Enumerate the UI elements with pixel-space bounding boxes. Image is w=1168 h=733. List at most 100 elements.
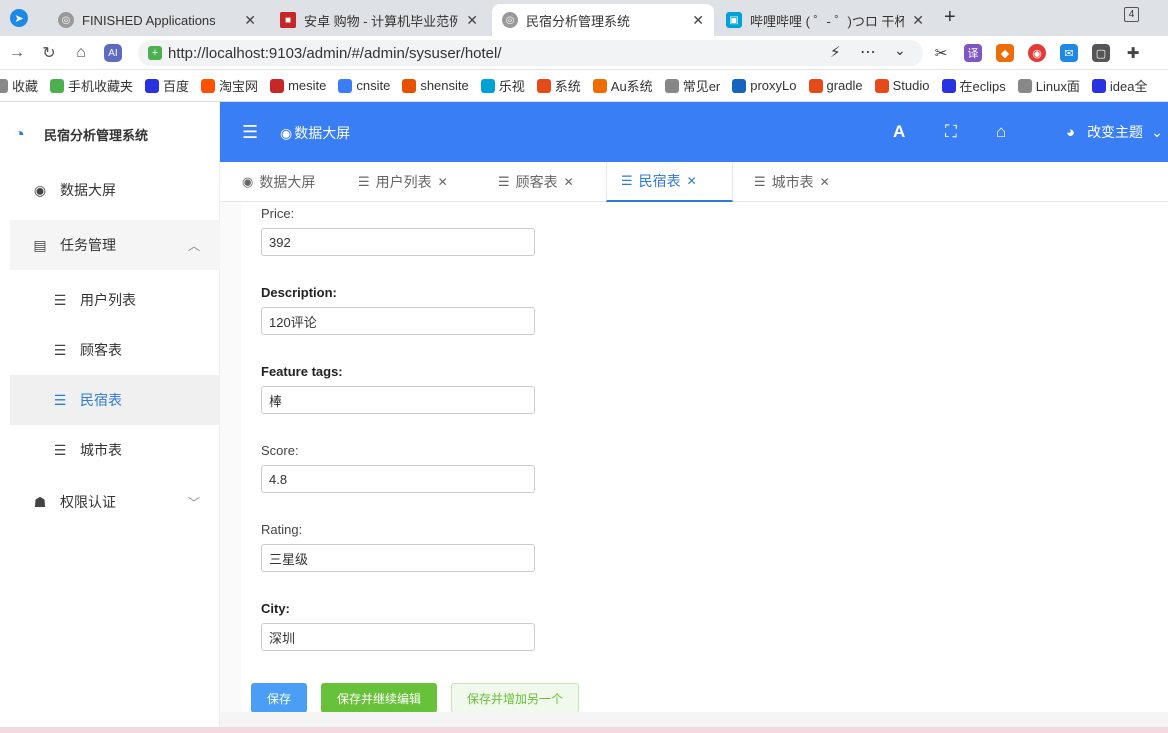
new-tab-button[interactable]: +	[944, 6, 956, 29]
list-icon: ☰	[53, 291, 67, 308]
tag-label: 数据大屏	[259, 174, 316, 190]
tag-dashboard[interactable]: ◉ 数据大屏	[228, 162, 329, 202]
menu-toggle-icon[interactable]: ☰	[242, 122, 258, 143]
close-icon[interactable]: ✕	[692, 12, 704, 29]
more-icon[interactable]: ⋯	[860, 42, 876, 62]
bookmark-item[interactable]: 收藏	[0, 76, 38, 95]
bookmark-icon	[201, 78, 216, 93]
browser-tab[interactable]: ■ 安卓 购物 - 计算机毕业范例设 ✕	[270, 4, 488, 36]
bookmark-label: shensite	[420, 78, 469, 93]
browser-tab[interactable]: ▣ 哔哩哔哩 ( ゜- ゜)つロ 干杯~-b ✕	[716, 4, 934, 36]
description-input[interactable]	[261, 307, 535, 335]
bookmark-label: Linux面	[1035, 79, 1080, 94]
list-icon: ☰	[754, 174, 766, 189]
ai-icon[interactable]: AI	[104, 44, 122, 62]
bookmark-label: 乐视	[498, 79, 525, 94]
table-icon: ▤	[33, 236, 47, 253]
menu-label: 权限认证	[60, 494, 116, 510]
rating-input[interactable]	[261, 544, 535, 572]
menu-label: 用户列表	[80, 292, 136, 308]
bookmark-label: gradle	[826, 78, 863, 93]
menu-item-task-management[interactable]: ▤ 任务管理 ︿	[10, 220, 220, 270]
lightning-icon[interactable]: ⚡	[830, 43, 841, 61]
back-icon[interactable]: →	[6, 42, 28, 64]
menu-item-permissions[interactable]: ☗ 权限认证 ﹀	[10, 477, 220, 527]
close-icon[interactable]: ✕	[564, 175, 574, 189]
weibo-icon[interactable]: ◉	[1028, 44, 1046, 62]
tag-hotel-table[interactable]: ☰ 民宿表 ✕	[606, 162, 733, 202]
city-label: City:	[261, 601, 290, 616]
bookmark-item[interactable]: gradle	[808, 78, 863, 93]
price-input[interactable]	[261, 228, 535, 256]
save-add-another-button[interactable]: 保存并增加另一个	[451, 683, 579, 713]
tag-customer-table[interactable]: ☰ 顾客表 ✕	[484, 162, 588, 202]
close-icon[interactable]: ✕	[466, 12, 478, 29]
bookmark-item[interactable]: Au系统	[592, 76, 653, 95]
bookmark-item[interactable]: mesite	[270, 78, 326, 93]
bookmark-icon	[874, 78, 889, 93]
menu-item-customer-table[interactable]: ☰ 顾客表	[10, 325, 220, 375]
home-icon[interactable]: ⌂	[70, 42, 92, 64]
bookmark-item[interactable]: 在eclips	[941, 76, 1006, 95]
bookmark-item[interactable]: 百度	[145, 76, 189, 95]
bookmark-icon	[50, 78, 65, 93]
menu-item-user-list[interactable]: ☰ 用户列表	[10, 275, 220, 325]
puzzle-icon[interactable]: ✚	[1124, 44, 1142, 62]
bookmark-item[interactable]: Studio	[874, 78, 930, 93]
home-icon[interactable]: ⌂	[996, 122, 1006, 142]
browser-tab[interactable]: ◎ FINISHED Applications ✕	[48, 4, 266, 36]
font-size-icon[interactable]: A	[893, 122, 905, 142]
bookmark-icon	[270, 78, 285, 93]
tag-city-table[interactable]: ☰ 城市表 ✕	[740, 162, 844, 202]
bookmark-item[interactable]: 乐视	[480, 76, 525, 95]
bookmark-item[interactable]: shensite	[402, 78, 469, 93]
list-icon: ☰	[53, 341, 67, 358]
bookmark-item[interactable]: 系统	[536, 76, 581, 95]
header-title[interactable]: ◉ 数据大屏	[280, 123, 350, 143]
menu-item-city-table[interactable]: ☰ 城市表	[10, 425, 220, 475]
feature-tags-input[interactable]	[261, 386, 535, 414]
list-icon: ☰	[53, 441, 67, 458]
bookmark-label: 在eclips	[959, 79, 1006, 94]
browser-menu-icon[interactable]: ➤	[10, 9, 28, 27]
reload-icon[interactable]: ↻	[38, 42, 60, 64]
translate-icon[interactable]: 译	[964, 44, 982, 62]
window-icon[interactable]: ▢	[1092, 44, 1110, 62]
score-input[interactable]	[261, 465, 535, 493]
globe-icon: ◎	[502, 12, 518, 28]
url-bar[interactable]: + http://localhost:9103/admin/#/admin/sy…	[138, 40, 923, 66]
bookmark-item[interactable]: proxyLo	[732, 78, 797, 93]
menu-label: 民宿表	[80, 392, 122, 408]
logo-icon: ◔	[14, 124, 25, 144]
mail-icon[interactable]: ✉	[1060, 44, 1078, 62]
bookmark-item[interactable]: 手机收藏夹	[50, 76, 133, 95]
bookmark-item[interactable]: idea全	[1091, 76, 1148, 95]
bookmark-item[interactable]: cnsite	[338, 78, 390, 93]
save-continue-button[interactable]: 保存并继续编辑	[321, 683, 437, 713]
tab-count-badge[interactable]: 4	[1124, 7, 1139, 22]
close-icon[interactable]: ✕	[687, 174, 697, 188]
chevron-down-icon: ⌄	[1151, 123, 1163, 140]
browser-tab-active[interactable]: ◎ 民宿分析管理系统 ✕	[492, 4, 714, 36]
tag-user-list[interactable]: ☰ 用户列表 ✕	[344, 162, 462, 202]
save-button[interactable]: 保存	[251, 683, 307, 713]
bookmark-item[interactable]: 淘宝网	[201, 76, 258, 95]
user-lock-icon: ☗	[33, 493, 47, 510]
close-icon[interactable]: ✕	[244, 12, 256, 29]
fullscreen-icon[interactable]: ⛶	[945, 122, 957, 142]
close-icon[interactable]: ✕	[912, 12, 924, 29]
bookmark-label: 手机收藏夹	[68, 79, 134, 94]
bookmark-item[interactable]: Linux面	[1017, 76, 1080, 95]
menu-item-dashboard[interactable]: ◉ 数据大屏	[10, 165, 220, 215]
bookmark-item[interactable]: 常见er	[664, 76, 720, 95]
menu-item-hotel-table[interactable]: ☰ 民宿表	[10, 375, 220, 425]
bookmark-label: idea全	[1109, 79, 1148, 94]
scissors-icon[interactable]: ✂	[932, 44, 950, 62]
change-theme-button[interactable]: ◕ 改变主题 ⌄	[1066, 122, 1163, 142]
close-icon[interactable]: ✕	[438, 175, 448, 189]
city-input[interactable]	[261, 623, 535, 651]
game-icon[interactable]: ◆	[996, 44, 1014, 62]
list-icon: ☰	[621, 173, 633, 188]
chevron-down-icon[interactable]: ⌄	[894, 42, 906, 59]
close-icon[interactable]: ✕	[820, 175, 830, 189]
